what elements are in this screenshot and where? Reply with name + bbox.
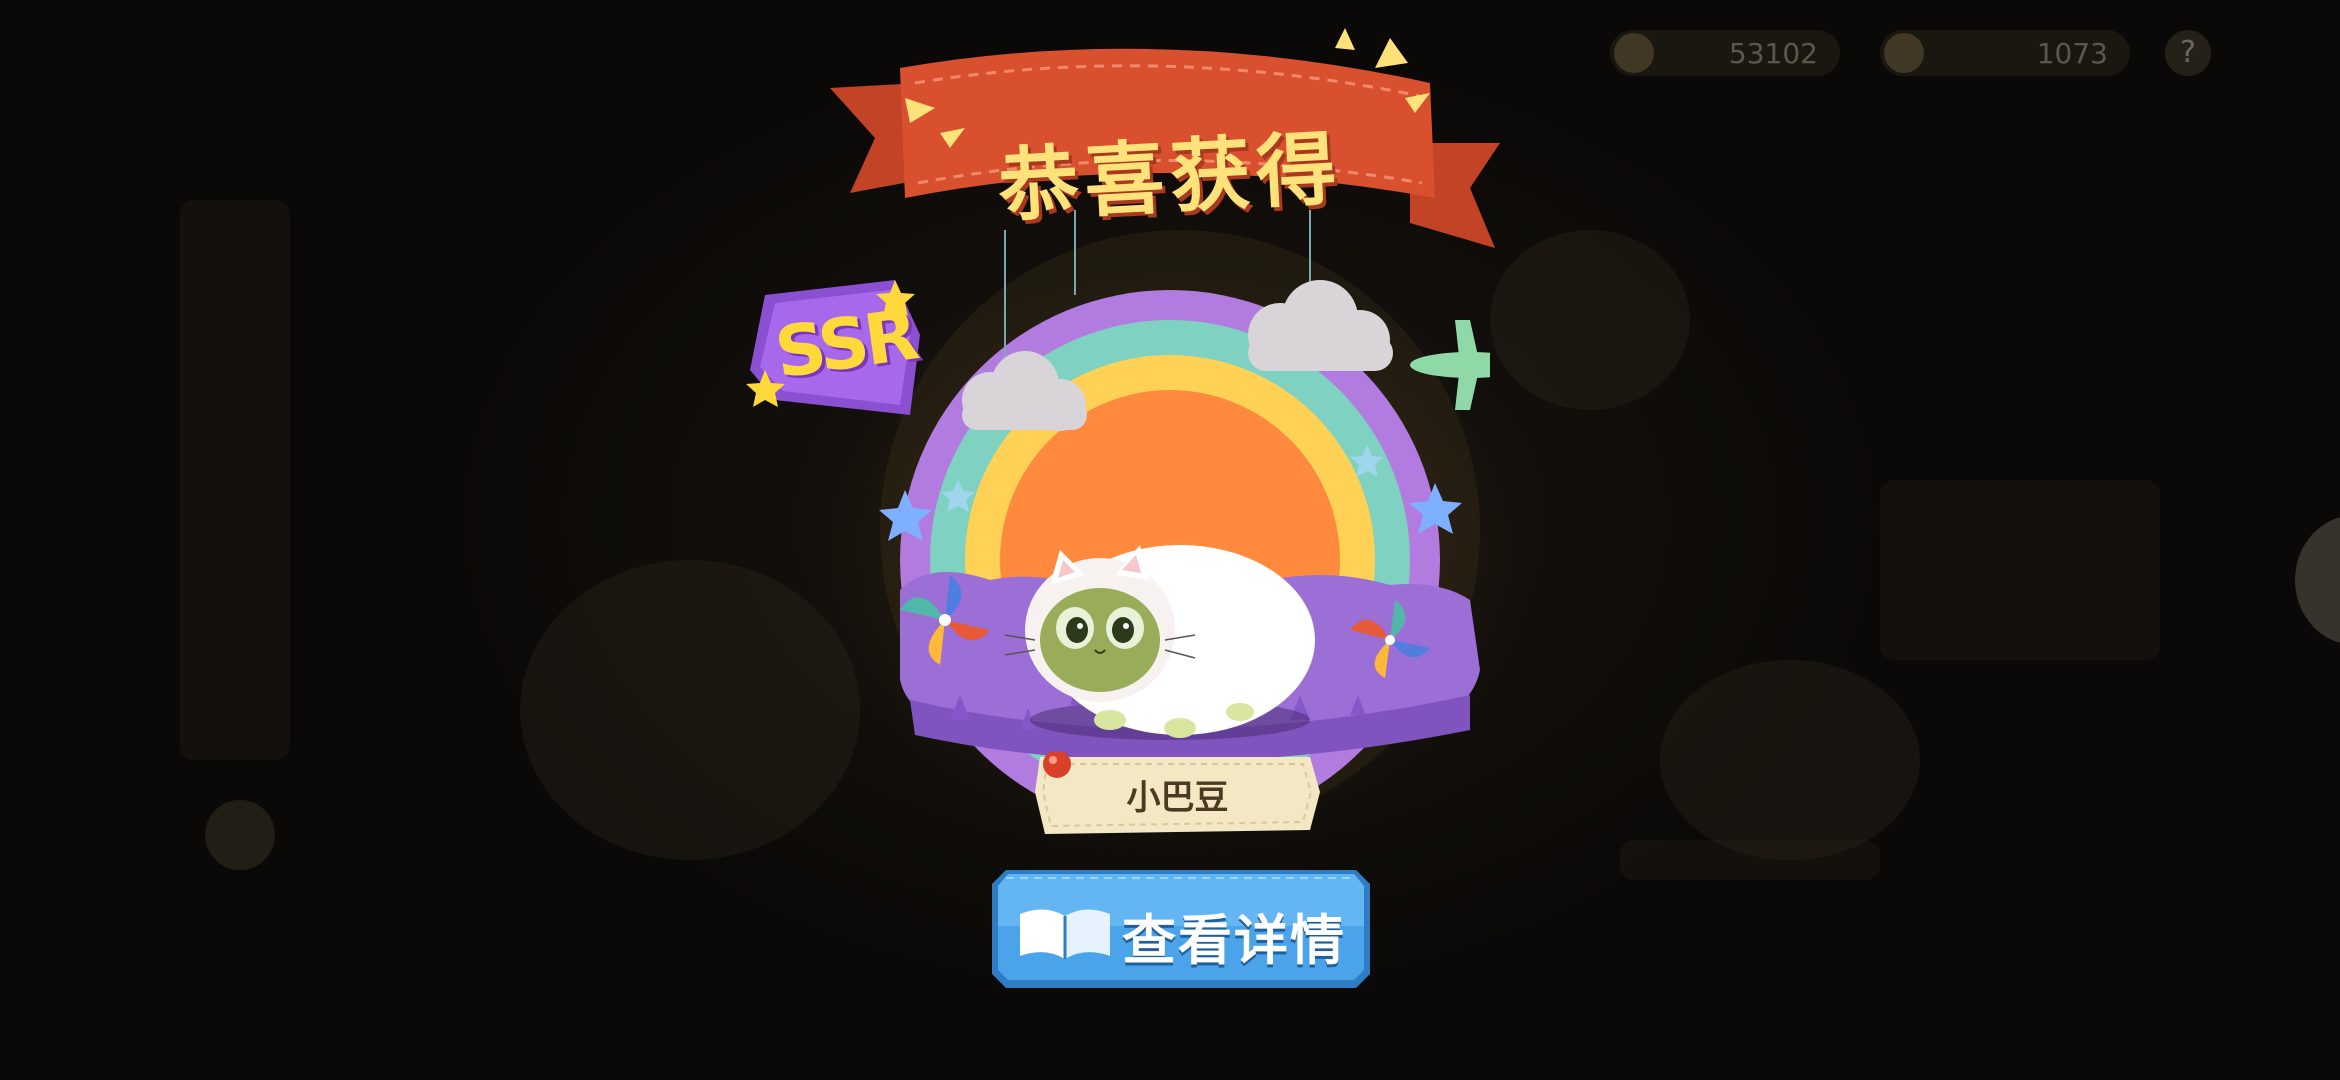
background-decoration	[1660, 660, 1920, 860]
background-decoration	[1620, 840, 1880, 880]
currency-value-2: 1073	[2036, 36, 2108, 70]
background-decoration	[205, 800, 275, 870]
rarity-badge: SSR	[745, 275, 935, 425]
view-details-button[interactable]: 查看详情	[992, 870, 1370, 988]
background-decoration	[1490, 230, 1690, 410]
view-details-label: 查看详情	[1122, 909, 1346, 972]
reward-banner: 恭喜获得	[830, 28, 1500, 258]
background-decoration	[180, 200, 290, 760]
currency-value-1: 53102	[1728, 36, 1818, 70]
currency-display-2[interactable]: 1073	[1880, 30, 2130, 76]
gem-icon	[1884, 33, 1924, 73]
pet-name: 小巴豆	[1126, 778, 1229, 818]
banner-title: 恭喜获得	[996, 122, 1345, 233]
background-decoration	[1880, 480, 2160, 660]
pet-name-tag: 小巴豆	[1035, 752, 1320, 834]
book-icon	[1020, 909, 1110, 959]
help-button[interactable]: ?	[2165, 30, 2211, 76]
coin-icon	[1614, 33, 1654, 73]
background-decoration	[520, 560, 860, 860]
reward-screen: 53102 1073 ? 恭喜获得 SSR 小巴豆 查看详情	[0, 0, 2340, 1080]
pet-rainbow-illustration	[879, 210, 1490, 800]
side-menu-button[interactable]	[2295, 515, 2340, 645]
currency-display-1[interactable]: 53102	[1610, 30, 1840, 76]
